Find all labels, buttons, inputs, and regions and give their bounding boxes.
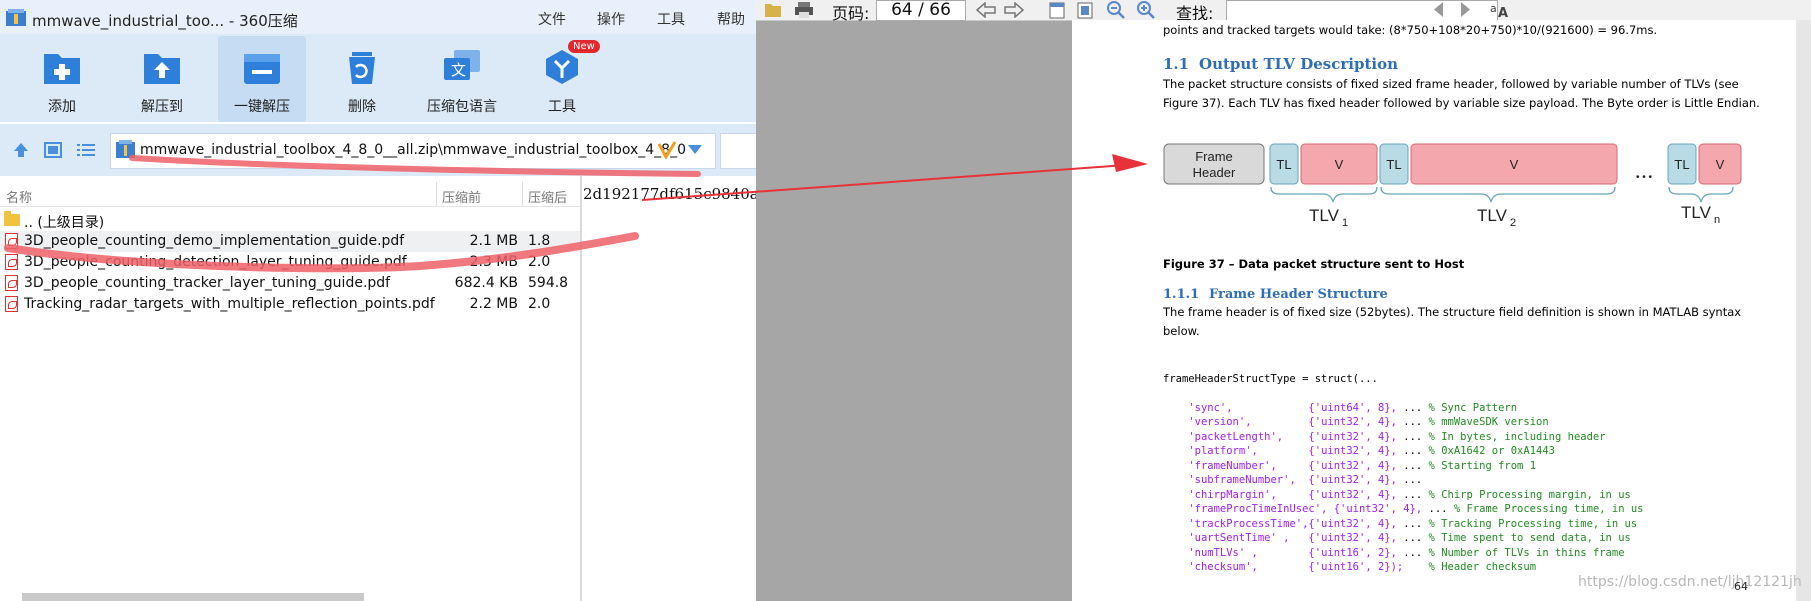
highlight-stroke [129, 155, 701, 177]
highlight-stroke [4, 232, 639, 273]
annotation-arrow-line [641, 163, 1141, 201]
annotation-overlay [4, 154, 1148, 273]
annotation-arrow-head [1112, 154, 1148, 172]
